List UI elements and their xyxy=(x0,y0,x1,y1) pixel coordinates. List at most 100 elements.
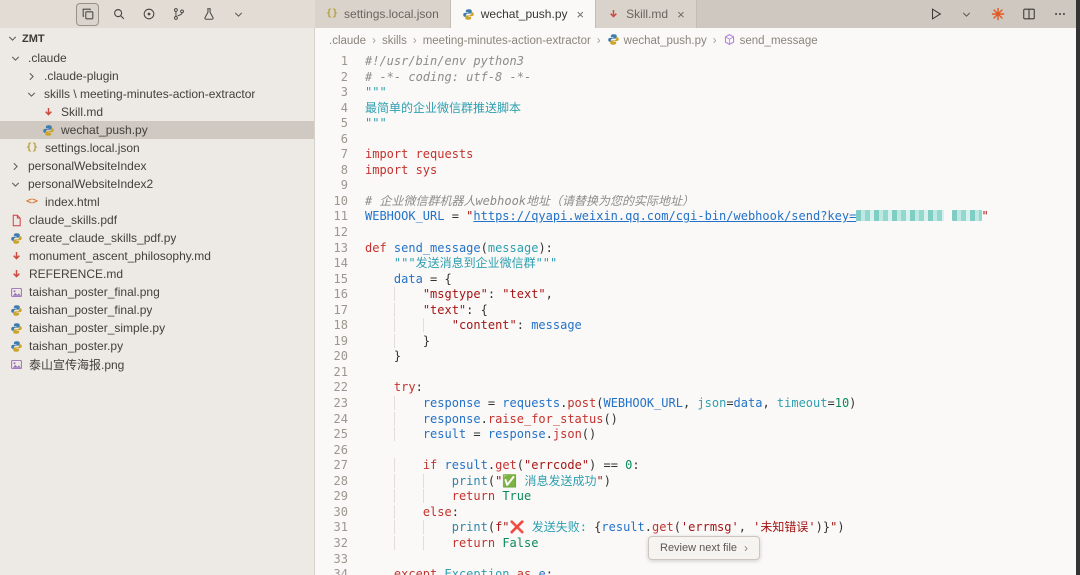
code-editor[interactable]: 1#!/usr/bin/env python32# -*- coding: ut… xyxy=(315,54,1080,575)
md-file-icon xyxy=(8,268,24,281)
breadcrumb-separator: › xyxy=(597,35,601,47)
line-number: 17 xyxy=(315,303,365,319)
line-number: 6 xyxy=(315,132,365,148)
chevron-down-icon xyxy=(24,88,39,101)
folder-personalWebsiteIndex2[interactable]: personalWebsiteIndex2 xyxy=(0,175,314,193)
more-icon[interactable] xyxy=(1049,4,1070,25)
breadcrumb: .claude › skills › meeting-minutes-action-ex… xyxy=(315,28,1080,54)
file-taishan_poster_simple.py[interactable]: taishan_poster_simple.py xyxy=(0,319,314,337)
line-number: 9 xyxy=(315,178,365,194)
code-text: # 企业微信群机器人webhook地址（请替换为您的实际地址） xyxy=(365,194,1080,210)
chevron-right-icon xyxy=(8,160,23,173)
split-icon[interactable] xyxy=(1018,4,1039,25)
code-line-25: 25 result = response.json() xyxy=(315,427,1080,443)
explorer-root[interactable]: ZMT xyxy=(0,28,314,49)
code-line-5: 5""" xyxy=(315,116,1080,132)
code-line-1: 1#!/usr/bin/env python3 xyxy=(315,54,1080,70)
beaker-icon[interactable] xyxy=(198,4,219,25)
chevron-right-icon xyxy=(24,70,39,83)
chevron-down-icon[interactable] xyxy=(228,4,249,25)
folder-.claude[interactable]: .claude xyxy=(0,49,314,67)
redacted-webhook-key xyxy=(952,210,982,221)
code-line-11: 11WEBHOOK_URL = "https://qyapi.weixin.qq… xyxy=(315,209,1080,225)
code-text: try: xyxy=(365,380,1080,396)
line-number: 12 xyxy=(315,225,365,241)
code-text xyxy=(365,225,1080,241)
file-taishan_poster_final.png[interactable]: taishan_poster_final.png xyxy=(0,283,314,301)
burst-icon[interactable] xyxy=(987,4,1008,25)
code-text xyxy=(365,132,1080,148)
line-number: 30 xyxy=(315,505,365,521)
line-number: 32 xyxy=(315,536,365,552)
branch-icon[interactable] xyxy=(168,4,189,25)
py-file-icon xyxy=(8,322,24,335)
file-taishan_poster_final.py[interactable]: taishan_poster_final.py xyxy=(0,301,314,319)
file-label: Skill.md xyxy=(61,105,103,119)
code-text: response = requests.post(WEBHOOK_URL, js… xyxy=(365,396,1080,412)
file-create_claude_skills_pdf.py[interactable]: create_claude_skills_pdf.py xyxy=(0,229,314,247)
breadcrumb-label: skills xyxy=(382,35,407,47)
breadcrumb-item-.claude[interactable]: .claude xyxy=(329,35,366,47)
line-number: 5 xyxy=(315,116,365,132)
code-line-21: 21 xyxy=(315,365,1080,381)
tab-Skill.md[interactable]: Skill.md× xyxy=(596,0,697,28)
file-index.html[interactable]: <>index.html xyxy=(0,193,314,211)
main-area: ZMT .claude.claude-pluginskills \ meetin… xyxy=(0,28,1080,575)
py-icon xyxy=(607,33,620,49)
code-text: import sys xyxy=(365,163,1080,179)
vscode-window: {}settings.local.jsonwechat_push.py×Skil… xyxy=(0,0,1080,575)
file-wechat_push.py[interactable]: wechat_push.py xyxy=(0,121,314,139)
breadcrumb-item-send_message[interactable]: send_message xyxy=(723,33,818,49)
line-number: 34 xyxy=(315,567,365,575)
png-file-icon xyxy=(8,358,24,371)
file-settings.local.json[interactable]: {}settings.local.json xyxy=(0,139,314,157)
breadcrumb-separator: › xyxy=(713,35,717,47)
folder-personalWebsiteIndex[interactable]: personalWebsiteIndex xyxy=(0,157,314,175)
close-tab-icon[interactable]: × xyxy=(677,8,685,21)
breadcrumb-label: send_message xyxy=(740,35,818,47)
file-泰山宣传海报.png[interactable]: 泰山宣传海报.png xyxy=(0,355,314,373)
code-text: #!/usr/bin/env python3 xyxy=(365,54,1080,70)
line-number: 25 xyxy=(315,427,365,443)
file-REFERENCE.md[interactable]: REFERENCE.md xyxy=(0,265,314,283)
line-number: 31 xyxy=(315,520,365,536)
folder-.claude-plugin[interactable]: .claude-plugin xyxy=(0,67,314,85)
code-line-15: 15 data = { xyxy=(315,272,1080,288)
code-line-4: 4最简单的企业微信群推送脚本 xyxy=(315,101,1080,117)
folder-skills \ meeting-minutes-action-extractor[interactable]: skills \ meeting-minutes-action-extracto… xyxy=(0,85,314,103)
target-icon[interactable] xyxy=(138,4,159,25)
code-text: def send_message(message): xyxy=(365,241,1080,257)
tab-bar: {}settings.local.jsonwechat_push.py×Skil… xyxy=(315,0,697,28)
close-tab-icon[interactable]: × xyxy=(577,8,585,21)
tab-wechat_push.py[interactable]: wechat_push.py × xyxy=(451,0,596,28)
file-Skill.md[interactable]: Skill.md xyxy=(0,103,314,121)
tab-label: wechat_push.py xyxy=(481,7,568,21)
file-label: 泰山宣传海报.png xyxy=(29,356,124,373)
tab-settings.local.json[interactable]: {}settings.local.json xyxy=(315,0,451,28)
run-button[interactable] xyxy=(925,4,946,25)
code-line-14: 14 """发送消息到企业微信群""" xyxy=(315,256,1080,272)
code-text: """ xyxy=(365,116,1080,132)
breadcrumb-label: .claude xyxy=(329,35,366,47)
copy-icon[interactable] xyxy=(76,3,99,26)
py-file-icon xyxy=(8,232,24,245)
review-next-file-button[interactable]: Review next file › xyxy=(648,536,760,560)
breadcrumb-item-skills[interactable]: skills xyxy=(382,35,407,47)
breadcrumb-item-meeting-minutes-action-extractor[interactable]: meeting-minutes-action-extractor xyxy=(423,35,591,47)
window-edge-strip xyxy=(1076,0,1080,575)
line-number: 26 xyxy=(315,443,365,459)
file-label: monument_ascent_philosophy.md xyxy=(29,249,211,263)
file-monument_ascent_philosophy.md[interactable]: monument_ascent_philosophy.md xyxy=(0,247,314,265)
file-claude_skills.pdf[interactable]: claude_skills.pdf xyxy=(0,211,314,229)
code-text: WEBHOOK_URL = "https://qyapi.weixin.qq.c… xyxy=(365,209,1080,225)
code-text: else: xyxy=(365,505,1080,521)
line-number: 16 xyxy=(315,287,365,303)
chevron-down-icon xyxy=(8,52,23,65)
breadcrumb-item-wechat_push.py[interactable]: wechat_push.py xyxy=(607,33,707,49)
json-file-icon: {} xyxy=(24,143,40,153)
code-line-34: 34 except Exception as e: xyxy=(315,567,1080,575)
search-icon[interactable] xyxy=(108,4,129,25)
chevron-down-icon[interactable] xyxy=(956,4,977,25)
file-taishan_poster.py[interactable]: taishan_poster.py xyxy=(0,337,314,355)
code-line-10: 10# 企业微信群机器人webhook地址（请替换为您的实际地址） xyxy=(315,194,1080,210)
